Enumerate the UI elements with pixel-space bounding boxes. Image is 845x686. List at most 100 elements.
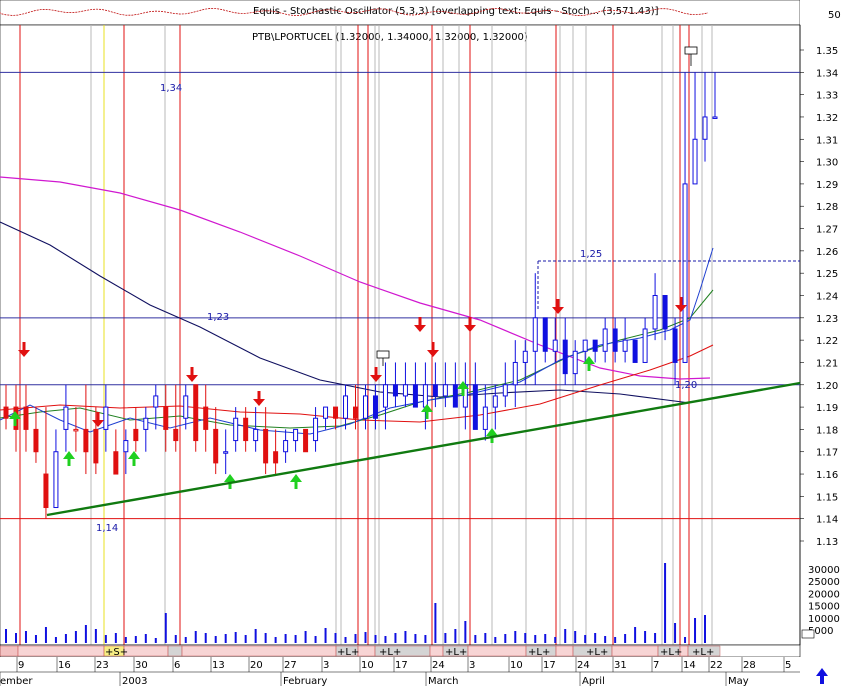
bar-body <box>702 116 708 140</box>
bar-body <box>163 406 169 430</box>
bar-body <box>263 428 269 464</box>
month-label: ember <box>0 676 33 686</box>
y-tick-label: 1.33 <box>816 91 838 102</box>
bar-body <box>113 451 119 475</box>
volume-tick-label: 30000 <box>808 565 840 576</box>
y-tick-label: 1.16 <box>816 470 838 481</box>
x-tick-label: 28 <box>743 660 756 671</box>
month-label: May <box>728 676 749 686</box>
bar-body <box>143 417 149 430</box>
y-tick-label: 1.24 <box>816 292 838 303</box>
bar-body <box>492 395 498 408</box>
y-tick-label: 1.19 <box>816 403 838 414</box>
bar-body <box>303 428 309 453</box>
bar-body <box>712 116 718 119</box>
month-label: March <box>428 676 458 686</box>
y-tick-label: 1.25 <box>816 269 838 280</box>
signal-strip-segment <box>429 645 444 657</box>
bar-body <box>632 339 638 363</box>
bar-body <box>73 428 79 432</box>
bar-body <box>652 295 658 330</box>
long-signal-label: +L+ <box>660 647 682 658</box>
bar-body <box>203 406 209 430</box>
price-bar <box>632 339 638 363</box>
volume-tick-label: 25000 <box>808 577 840 588</box>
y-tick-label: 1.28 <box>816 202 838 213</box>
month-label: February <box>283 676 327 686</box>
long-signal-label: +L+ <box>692 647 714 658</box>
volume-scale-box <box>801 629 815 639</box>
month-label: April <box>582 676 605 686</box>
bar-body <box>522 350 528 363</box>
bar-body <box>93 428 99 464</box>
y-tick-label: 1.27 <box>816 225 838 236</box>
x-axis: +L+ +L+ +L+ +L+ +L+ +L+ +L+ +S+ 9 16 23 30 6 13 20 27 3… <box>0 644 845 686</box>
x-tick-label: 3 <box>469 660 475 671</box>
bar-body <box>592 339 598 352</box>
bar-body <box>3 406 9 419</box>
bar-body <box>622 339 628 352</box>
bar-body <box>353 406 359 419</box>
long-signal-label: +L+ <box>445 647 467 658</box>
y-tick-label: 1.26 <box>816 247 838 258</box>
y-tick-label: 1.21 <box>816 358 838 369</box>
month-label: 2003 <box>122 676 147 686</box>
bar-body <box>243 417 249 442</box>
bar-body <box>442 384 448 397</box>
bar-body <box>482 406 488 430</box>
price-bar <box>303 428 309 453</box>
bar-body <box>323 406 329 419</box>
x-tick-label: 13 <box>212 660 225 671</box>
x-tick-label: 24 <box>577 660 590 671</box>
bar-body <box>582 339 588 352</box>
x-tick-label: 6 <box>174 660 180 671</box>
bar-body <box>153 395 159 408</box>
x-tick-label: 5 <box>785 660 791 671</box>
bar-body <box>283 440 289 453</box>
signal-strip-segment <box>555 645 574 657</box>
bar-body <box>372 395 378 419</box>
y-tick-label: 1.13 <box>816 537 838 548</box>
long-signal-label: +L+ <box>586 647 608 658</box>
indicator-label: Equis - Stochastic Oscillator (5,3,3) [o… <box>253 6 659 17</box>
x-tick-label: 20 <box>250 660 263 671</box>
bar-body <box>402 384 408 397</box>
volume-tick-label: 20000 <box>808 589 840 600</box>
signal-strip-segment <box>167 645 183 657</box>
y-tick-label: 1.29 <box>816 180 838 191</box>
y-tick-label: 1.18 <box>816 425 838 436</box>
bar-body <box>672 328 678 363</box>
bar-body <box>133 428 139 442</box>
x-tick-label: 30 <box>135 660 148 671</box>
bar-body <box>313 417 319 442</box>
bar-body <box>83 428 89 453</box>
bar-body <box>422 384 428 408</box>
bar-body <box>502 384 508 397</box>
y-tick-label: 1.23 <box>816 314 838 325</box>
bar-body <box>452 384 458 408</box>
bar-body <box>23 406 29 430</box>
y-tick-label: 1.30 <box>816 158 838 169</box>
bar-body <box>173 428 179 442</box>
signal-strip-segment <box>467 645 527 657</box>
price-chart: Equis - Stochastic Oscillator (5,3,3) [o… <box>0 0 845 686</box>
volume-tick-label: 15000 <box>808 602 840 613</box>
indicator-value: 50 <box>828 10 841 21</box>
volume-tick-label: 10000 <box>808 614 840 625</box>
bar-body <box>392 384 398 397</box>
signal-strip-segment <box>123 645 169 657</box>
bar-body <box>223 451 229 454</box>
bar-body <box>43 473 49 509</box>
bar-body <box>412 384 418 408</box>
signal-strip-segment <box>0 645 19 657</box>
bar-body <box>233 417 239 442</box>
y-tick-label: 1.32 <box>816 113 838 124</box>
bar-body <box>642 328 648 363</box>
bar-body <box>103 406 109 430</box>
x-tick-label: 17 <box>543 660 556 671</box>
y-tick-label: 1.15 <box>816 492 838 503</box>
long-signal-label: +L+ <box>379 647 401 658</box>
bar-body <box>602 328 608 352</box>
bar-body <box>532 317 538 352</box>
annotation-114: 1,14 <box>96 523 118 534</box>
